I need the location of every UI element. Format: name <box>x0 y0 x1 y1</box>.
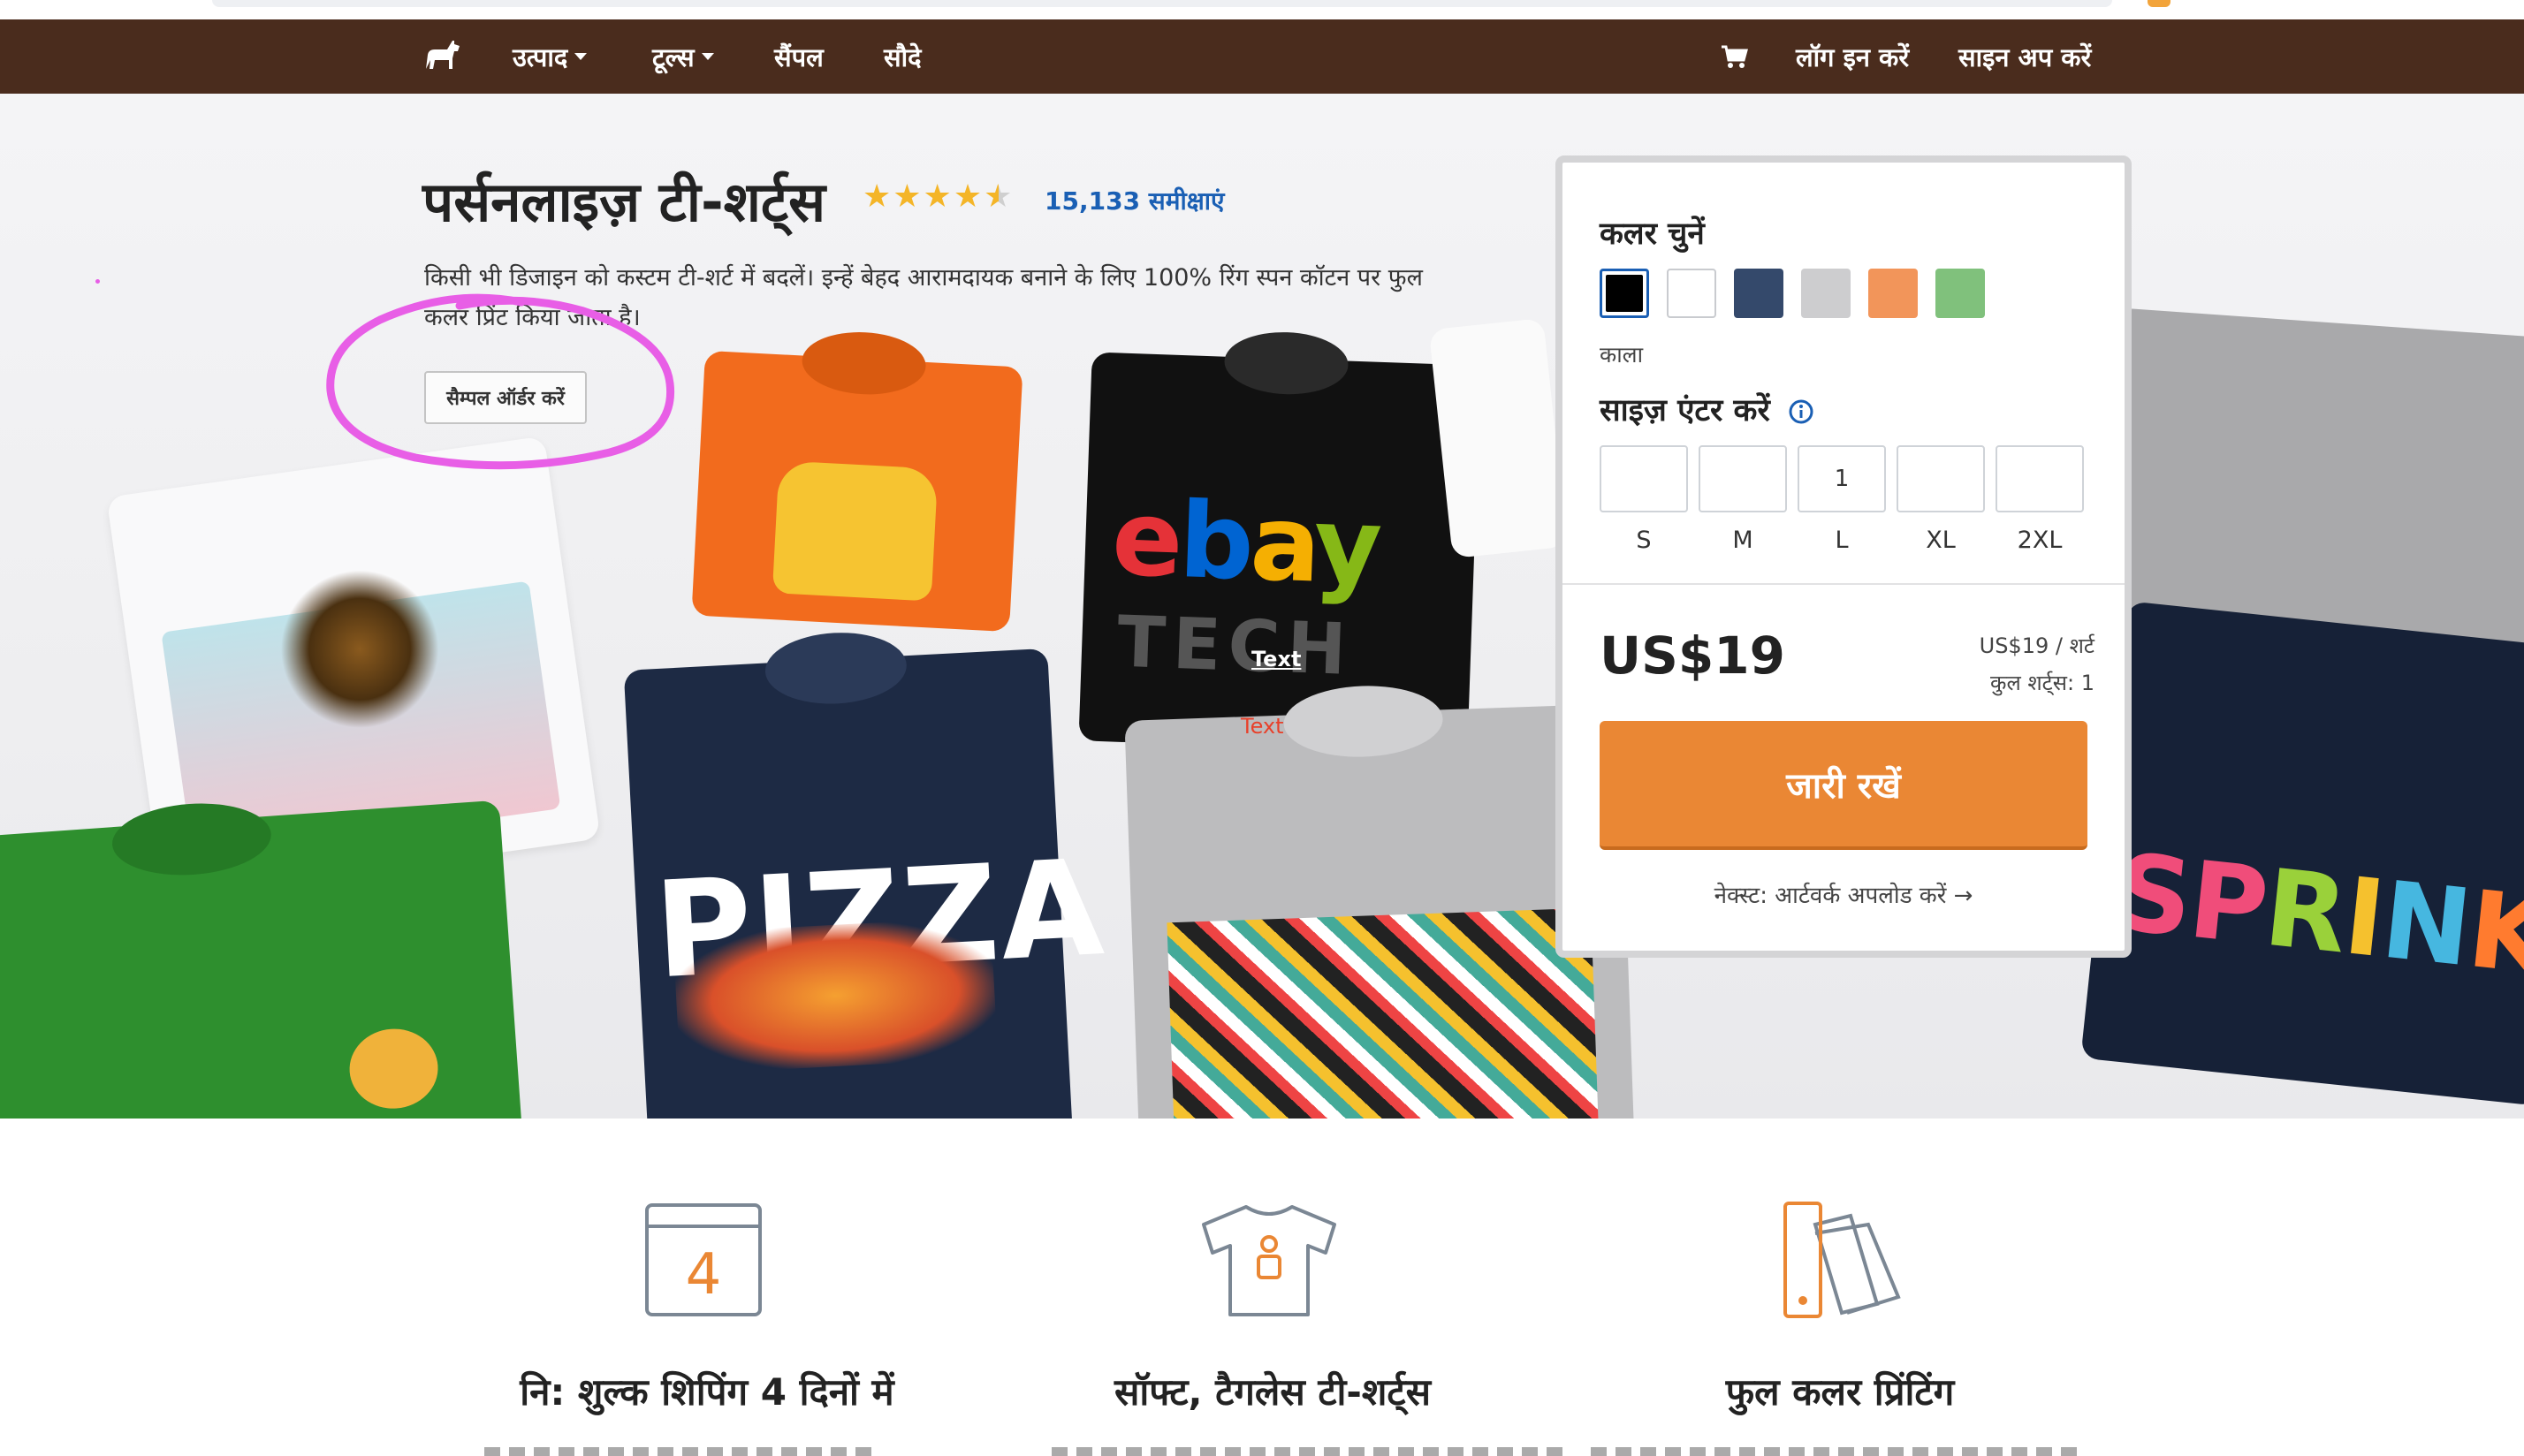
nav-deals[interactable]: सौदे <box>884 19 922 94</box>
address-bar-edge <box>212 0 2112 7</box>
cart-icon[interactable] <box>1720 42 1750 71</box>
size-input-m[interactable] <box>1699 445 1787 512</box>
size-label-2xl: 2XL <box>2017 527 2063 554</box>
color-label: कलर चुनें <box>1600 216 1705 252</box>
navy-sprinkle-shirt: SPRINKL <box>2080 601 2524 1106</box>
orange-tiger-shirt <box>691 329 1023 633</box>
ebay-print: ebay <box>1110 476 1381 608</box>
color-swatch-black[interactable] <box>1600 269 1649 318</box>
reviews-link[interactable]: 15,133 समीक्षाएं <box>1045 184 1225 217</box>
color-swatch-navy[interactable] <box>1734 269 1783 318</box>
shirt-collar <box>1223 330 1349 397</box>
feature-title-tagless: सॉफ्ट, टैगलेस टी-शर्ट्स <box>1114 1370 1431 1414</box>
feature-title-shipping: नि: शुल्क शिपिंग 4 दिनों में <box>520 1370 894 1414</box>
calendar-number: 4 <box>686 1242 722 1308</box>
nav-samples[interactable]: सैंपल <box>774 19 824 94</box>
size-label: साइज़ एंटर करें <box>1600 389 1814 430</box>
feature-desc-tagless-cut <box>1052 1442 1564 1456</box>
sprinkle-print: SPRINKL <box>2109 830 2524 999</box>
top-navigation: उत्पाद टूल्स सैंपल सौदे लॉग इन करें साइन… <box>0 19 2524 94</box>
nav-products[interactable]: उत्पाद <box>513 19 588 94</box>
annotation-dot <box>95 279 100 284</box>
size-input-l[interactable]: 1 <box>1798 445 1886 512</box>
annotation-text-red: Text <box>1241 714 1284 739</box>
annotation-text-white: Text <box>1251 647 1302 671</box>
signup-link[interactable]: साइन अप करें <box>1958 19 2091 94</box>
info-icon[interactable] <box>1788 398 1814 425</box>
nav-tools-label: टूल्स <box>652 42 695 72</box>
feature-desc-printing-cut <box>1591 1442 2086 1456</box>
size-label-xl: XL <box>1926 527 1956 554</box>
order-panel: कलर चुनें काला साइज़ एंटर करें 1 S M L X… <box>1555 155 2132 958</box>
tshirt-icon <box>1202 1205 1336 1316</box>
nav-tools[interactable]: टूल्स <box>652 19 714 94</box>
horse-logo-icon[interactable] <box>421 34 463 76</box>
price: US$19 <box>1600 626 1785 686</box>
nav-samples-label: सैंपल <box>774 42 824 72</box>
size-input-s[interactable] <box>1600 445 1688 512</box>
size-label-s: S <box>1636 527 1652 554</box>
color-swatch-white[interactable] <box>1667 269 1716 318</box>
feature-desc-shipping-cut <box>484 1442 873 1456</box>
price-breakdown: US$19 / शर्ट कुल शर्ट्स: 1 <box>1980 627 2094 701</box>
calendar-icon: 4 <box>645 1203 762 1316</box>
shirt-collar <box>110 798 274 881</box>
total-shirts: कुल शर्ट्स: 1 <box>1990 671 2094 695</box>
panel-divider <box>1562 583 2125 585</box>
browser-top-strip <box>0 0 2524 19</box>
rating-stars-icon: ★★★★★ <box>863 178 1015 215</box>
color-swatch-orange[interactable] <box>1868 269 1918 318</box>
dog-graphic <box>346 1026 441 1112</box>
annotation-circle <box>326 293 675 470</box>
size-label-m: M <box>1732 527 1753 554</box>
nav-products-label: उत्पाद <box>513 42 568 72</box>
selected-color-name: काला <box>1600 342 1644 368</box>
size-label-text: साइज़ एंटर करें <box>1600 393 1770 428</box>
shirt-collar <box>800 329 928 398</box>
shirt-collar <box>763 629 908 708</box>
size-label-l: L <box>1835 527 1849 554</box>
sticker-collage <box>1167 907 1600 1119</box>
feature-title-printing: फुल कलर प्रिंटिंग <box>1725 1370 1955 1414</box>
nav-deals-label: सौदे <box>884 42 922 72</box>
size-input-xl[interactable] <box>1897 445 1985 512</box>
color-swatch-green[interactable] <box>1935 269 1985 318</box>
extension-badge <box>2148 0 2170 7</box>
color-swatch-gray[interactable] <box>1801 269 1851 318</box>
continue-button[interactable]: जारी रखें <box>1600 721 2087 850</box>
green-dog-shirt <box>0 798 525 1119</box>
login-link[interactable]: लॉग इन करें <box>1796 19 1909 94</box>
tech-print: TECH <box>1115 600 1355 691</box>
black-ebay-shirt: ebay TECH <box>1078 330 1481 755</box>
page-title: पर्सनलाइज़ टी-शर्ट्स <box>422 170 826 234</box>
per-shirt-price: US$19 / शर्ट <box>1979 633 2094 658</box>
swatch-fill <box>1606 275 1643 312</box>
color-swatch-icon <box>1783 1202 1901 1318</box>
tiger-graphic <box>772 460 939 602</box>
size-input-2xl[interactable] <box>1996 445 2084 512</box>
caret-down-icon <box>574 53 588 60</box>
white-shirt-edge <box>1428 317 1568 559</box>
hero-banner: ebay TECH PIZZA SPRINKL <box>0 94 2524 1119</box>
pizza-graphic <box>673 916 999 1075</box>
next-step-link[interactable]: नेक्स्ट: आर्टवर्क अपलोड करें → <box>1562 878 2125 910</box>
caret-down-icon <box>701 53 714 60</box>
navy-pizza-shirt: PIZZA <box>623 629 1108 1119</box>
